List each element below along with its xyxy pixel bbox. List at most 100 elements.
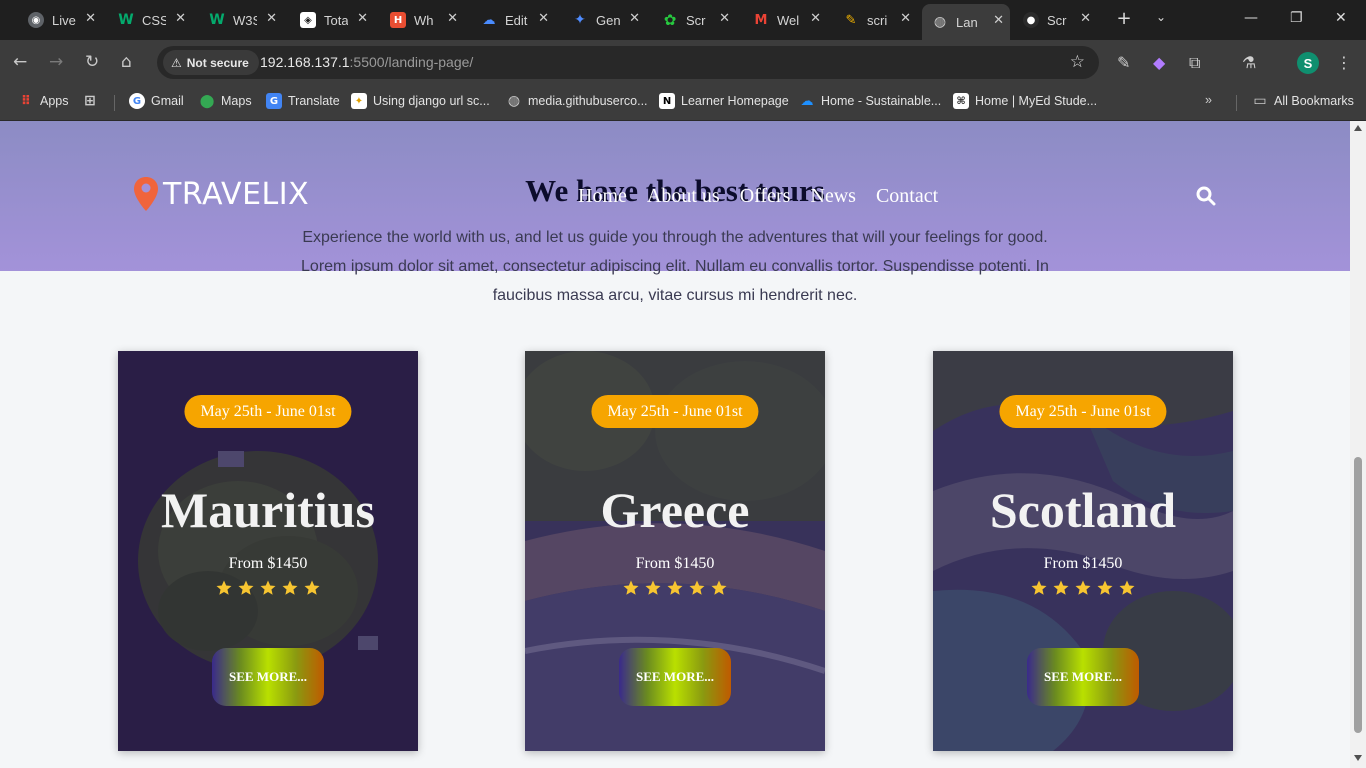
bookmark-divider xyxy=(1236,95,1237,111)
close-icon[interactable]: ✕ xyxy=(85,11,96,26)
eyedropper-icon[interactable]: ✎ xyxy=(1117,53,1130,72)
menu-icon[interactable]: ⋮ xyxy=(1336,53,1352,72)
onedrive-icon: ☁ xyxy=(800,93,814,109)
bookmark-github-media[interactable]: ◍ media.githubuserco... xyxy=(506,93,648,109)
star-icon xyxy=(216,580,232,595)
nav-home[interactable]: Home xyxy=(578,185,627,208)
bookmark-divider xyxy=(114,95,115,111)
cloud-icon: ☁ xyxy=(482,12,496,28)
more-bookmarks-icon[interactable]: » xyxy=(1205,93,1212,107)
bookmark-grid[interactable]: ⊞ xyxy=(82,93,104,109)
section-description: Experience the world with us, and let us… xyxy=(301,229,1049,304)
tab-w3s[interactable]: W W3S ✕ xyxy=(199,6,283,34)
tour-card-greece[interactable]: May 25th - June 01st Greece From $1450 S… xyxy=(525,351,825,751)
star-icon xyxy=(1075,580,1091,595)
star-icon xyxy=(1031,580,1047,595)
bookmark-apps[interactable]: ⠿ Apps xyxy=(18,93,69,109)
see-more-button[interactable]: SEE MORE... xyxy=(1027,648,1139,706)
close-icon[interactable]: ✕ xyxy=(900,11,911,26)
restore-icon[interactable]: ❐ xyxy=(1290,10,1303,26)
forward-icon[interactable]: → xyxy=(49,52,63,72)
tab-search-icon[interactable]: ⌄ xyxy=(1156,10,1166,24)
w3schools-icon: W xyxy=(118,12,134,28)
card-price: From $1450 xyxy=(228,555,308,572)
nav-contact[interactable]: Contact xyxy=(876,185,938,208)
tab-landing-active[interactable]: ◍ Lan ✕ xyxy=(922,4,1010,40)
tab-scr[interactable]: ✿ Scr ✕ xyxy=(652,6,736,34)
close-icon[interactable]: ✕ xyxy=(993,13,1004,28)
page-scrollbar[interactable] xyxy=(1350,121,1366,768)
all-bookmarks[interactable]: ▭ All Bookmarks xyxy=(1252,93,1354,109)
bookmark-django[interactable]: ✦ Using django url sc... xyxy=(351,93,490,109)
bookmark-gmail[interactable]: G Gmail xyxy=(129,93,184,109)
tab-edit[interactable]: ☁ Edit ✕ xyxy=(471,6,555,34)
close-icon[interactable]: ✕ xyxy=(810,11,821,26)
new-tab-button[interactable]: + xyxy=(1113,8,1135,30)
hackerrank-icon: H xyxy=(390,12,406,28)
discord-icon: ● xyxy=(1023,12,1039,28)
extension-icon[interactable]: ◆ xyxy=(1153,53,1165,72)
minimize-icon[interactable]: — xyxy=(1244,10,1258,26)
tab-wel[interactable]: M Wel ✕ xyxy=(743,6,827,34)
back-icon[interactable]: ← xyxy=(13,52,27,72)
logo-text: TRAVELIX xyxy=(163,176,310,212)
tour-card-mauritius[interactable]: May 25th - June 01st Mauritius From $145… xyxy=(118,351,418,751)
bookmark-maps[interactable]: ⬤ Maps xyxy=(199,93,252,109)
reload-icon[interactable]: ↻ xyxy=(85,52,99,72)
bookmarks-bar: ⠿ Apps ⊞ G Gmail ⬤ Maps G Translate ✦ Us… xyxy=(0,85,1366,121)
tab-gen[interactable]: ✦ Gen ✕ xyxy=(562,6,646,34)
address-bar[interactable]: ⚠ Not secure 192.168.137.1:5500/landing-… xyxy=(157,46,1099,79)
apps-icon: ⠿ xyxy=(20,93,32,109)
tab-scr-2[interactable]: ● Scr ✕ xyxy=(1013,6,1097,34)
bookmark-myed[interactable]: ⌘ Home | MyEd Stude... xyxy=(953,93,1097,109)
close-icon[interactable]: ✕ xyxy=(1080,11,1091,26)
google-icon: G xyxy=(129,93,145,109)
close-icon[interactable]: ✕ xyxy=(629,11,640,26)
gemini-icon: ✦ xyxy=(574,12,586,28)
tota-icon: ◈ xyxy=(300,12,316,28)
home-icon[interactable]: ⌂ xyxy=(121,52,132,72)
bookmark-translate[interactable]: G Translate xyxy=(266,93,340,109)
window-close-icon[interactable]: ✕ xyxy=(1335,10,1347,26)
search-icon[interactable] xyxy=(1196,186,1216,211)
close-icon[interactable]: ✕ xyxy=(538,11,549,26)
scroll-down-icon[interactable] xyxy=(1354,755,1362,761)
tab-strip: ◉ Live ✕ W CSS ✕ W W3S ✕ ◈ Tota ✕ H Wh ✕… xyxy=(0,0,1366,40)
close-icon[interactable]: ✕ xyxy=(447,11,458,26)
puzzle-icon[interactable]: ⧉ xyxy=(1189,53,1200,73)
live-icon: ◉ xyxy=(28,12,44,28)
nav-about-us[interactable]: About us xyxy=(647,185,720,208)
tour-card-scotland[interactable]: May 25th - June 01st Scotland From $1450… xyxy=(933,351,1233,751)
nav-offers[interactable]: Offers xyxy=(740,185,791,208)
tab-scri[interactable]: ✎ scri ✕ xyxy=(833,6,917,34)
not-secure-chip[interactable]: ⚠ Not secure xyxy=(163,50,259,75)
close-icon[interactable]: ✕ xyxy=(266,11,277,26)
location-pin-icon xyxy=(134,177,158,211)
translate-icon: G xyxy=(266,93,282,109)
tab-css[interactable]: W CSS ✕ xyxy=(108,6,192,34)
tab-wh[interactable]: H Wh ✕ xyxy=(380,6,464,34)
profile-avatar[interactable]: S xyxy=(1297,52,1319,74)
scrollbar-thumb[interactable] xyxy=(1354,457,1362,733)
folder-icon: ▭ xyxy=(1253,93,1267,109)
date-badge: May 25th - June 01st xyxy=(184,395,352,428)
close-icon[interactable]: ✕ xyxy=(175,11,186,26)
bookmark-learner[interactable]: N Learner Homepage xyxy=(659,93,789,109)
bookmark-sustainable[interactable]: ☁ Home - Sustainable... xyxy=(799,93,942,109)
close-icon[interactable]: ✕ xyxy=(719,11,730,26)
see-more-button[interactable]: SEE MORE... xyxy=(619,648,731,706)
close-icon[interactable]: ✕ xyxy=(357,11,368,26)
tab-live[interactable]: ◉ Live ✕ xyxy=(18,6,102,34)
scroll-up-icon[interactable] xyxy=(1354,125,1362,131)
labs-icon[interactable]: ⚗ xyxy=(1242,53,1256,72)
see-more-button[interactable]: SEE MORE... xyxy=(212,648,324,706)
url-text[interactable]: 192.168.137.1:5500/landing-page/ xyxy=(260,54,473,70)
scratch-icon: ✿ xyxy=(663,11,677,29)
bulb-icon: ✦ xyxy=(351,93,367,109)
card-title: Mauritius xyxy=(161,482,375,538)
star-icon xyxy=(667,580,683,595)
nav-news[interactable]: News xyxy=(810,185,856,208)
site-logo[interactable]: TRAVELIX xyxy=(133,176,309,212)
bookmark-star-icon[interactable]: ☆ xyxy=(1070,52,1085,72)
tab-tota[interactable]: ◈ Tota ✕ xyxy=(290,6,374,34)
